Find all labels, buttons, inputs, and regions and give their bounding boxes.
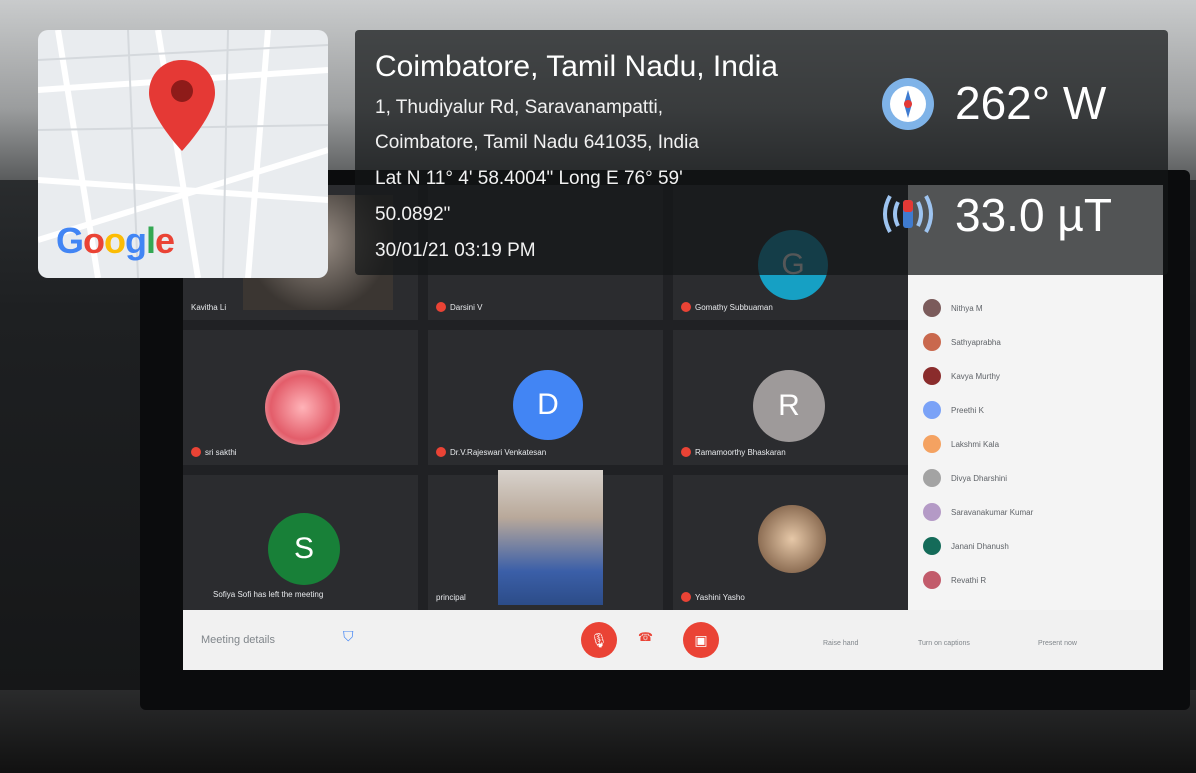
video-tile: sri sakthi	[183, 330, 418, 465]
participant-row[interactable]: Preethi K	[923, 399, 1148, 421]
mic-off-icon	[436, 447, 446, 457]
participant-row[interactable]: Revathi R	[923, 569, 1148, 591]
video-tile: D Dr.V.Rajeswari Venkatesan	[428, 330, 663, 465]
meeting-controls: Meeting details ⛉ 🎙 ☎ ▣ Raise hand Turn …	[183, 610, 1163, 670]
coordinates-line: Lat N 11° 4' 58.4004" Long E 76° 59'	[375, 168, 683, 189]
video-tile: Yashini Yasho	[673, 475, 908, 610]
timestamp: 30/01/21 03:19 PM	[375, 240, 536, 261]
avatar	[923, 401, 941, 419]
participant-row[interactable]: Nithya M	[923, 297, 1148, 319]
mic-off-icon	[681, 592, 691, 602]
tile-name: Gomathy Subbuaman	[681, 302, 773, 312]
participant-row[interactable]: Divya Dharshini	[923, 467, 1148, 489]
video-tile: principal	[428, 470, 663, 610]
raise-hand-button[interactable]: Raise hand	[823, 640, 858, 647]
mic-off-icon	[191, 447, 201, 457]
avatar	[923, 503, 941, 521]
map-thumbnail: Google	[38, 30, 328, 278]
tile-name: Yashini Yasho	[681, 592, 745, 602]
avatar	[923, 367, 941, 385]
participant-row[interactable]: Saravanakumar Kumar	[923, 501, 1148, 523]
compass-icon	[882, 78, 934, 130]
camera-off-button[interactable]: ▣	[683, 622, 719, 658]
avatar	[923, 571, 941, 589]
google-logo: Google	[56, 220, 175, 261]
present-button[interactable]: Present now	[1038, 640, 1077, 647]
avatar	[758, 505, 826, 573]
participant-row[interactable]: Lakshmi Kala	[923, 433, 1148, 455]
hangup-icon[interactable]: ☎	[638, 630, 653, 644]
address-line: Coimbatore, Tamil Nadu 641035, India	[375, 132, 699, 153]
avatar	[923, 299, 941, 317]
coordinates-line: 50.0892"	[375, 204, 451, 225]
tile-name: Kavitha Li	[191, 303, 227, 312]
magnetic-field-reading: 33.0 µT	[955, 189, 1112, 241]
participant-row[interactable]: Kavya Murthy	[923, 365, 1148, 387]
video-tile: S Sofiya Sofi has left the meeting	[183, 475, 418, 610]
location-title: Coimbatore, Tamil Nadu, India	[375, 50, 778, 83]
left-meeting-notice: Sofiya Sofi has left the meeting	[213, 590, 324, 599]
mic-off-icon	[681, 447, 691, 457]
avatar	[923, 333, 941, 351]
tile-name: principal	[436, 593, 466, 602]
video-tile: R Ramamoorthy Bhaskaran	[673, 330, 908, 465]
tile-name: Darsini V	[436, 302, 482, 312]
mic-off-icon	[436, 302, 446, 312]
mic-off-icon	[681, 302, 691, 312]
compass-heading: 262° W	[955, 77, 1107, 129]
mic-off-button[interactable]: 🎙	[581, 622, 617, 658]
map-pin-icon	[149, 60, 215, 151]
address-line: 1, Thudiyalur Rd, Saravanampatti,	[375, 97, 663, 118]
avatar: S	[268, 513, 340, 585]
participant-row[interactable]: Janani Dhanush	[923, 535, 1148, 557]
tile-name: sri sakthi	[191, 447, 237, 457]
avatar	[923, 435, 941, 453]
avatar	[923, 537, 941, 555]
avatar: R	[753, 370, 825, 442]
avatar	[265, 370, 340, 445]
avatar	[923, 469, 941, 487]
photo-scene: Kavitha Li Darsini V G Gomathy Subbuaman…	[0, 0, 1196, 773]
tile-name: Ramamoorthy Bhaskaran	[681, 447, 786, 457]
avatar: D	[513, 370, 583, 440]
participant-video	[498, 470, 603, 605]
shield-icon[interactable]: ⛉	[343, 628, 359, 646]
tile-name: Dr.V.Rajeswari Venkatesan	[436, 447, 546, 457]
participant-row[interactable]: Sathyaprabha	[923, 331, 1148, 353]
captions-button[interactable]: Turn on captions	[918, 640, 970, 647]
magnetometer-icon	[883, 195, 933, 233]
meeting-details-button[interactable]: Meeting details	[201, 634, 275, 646]
